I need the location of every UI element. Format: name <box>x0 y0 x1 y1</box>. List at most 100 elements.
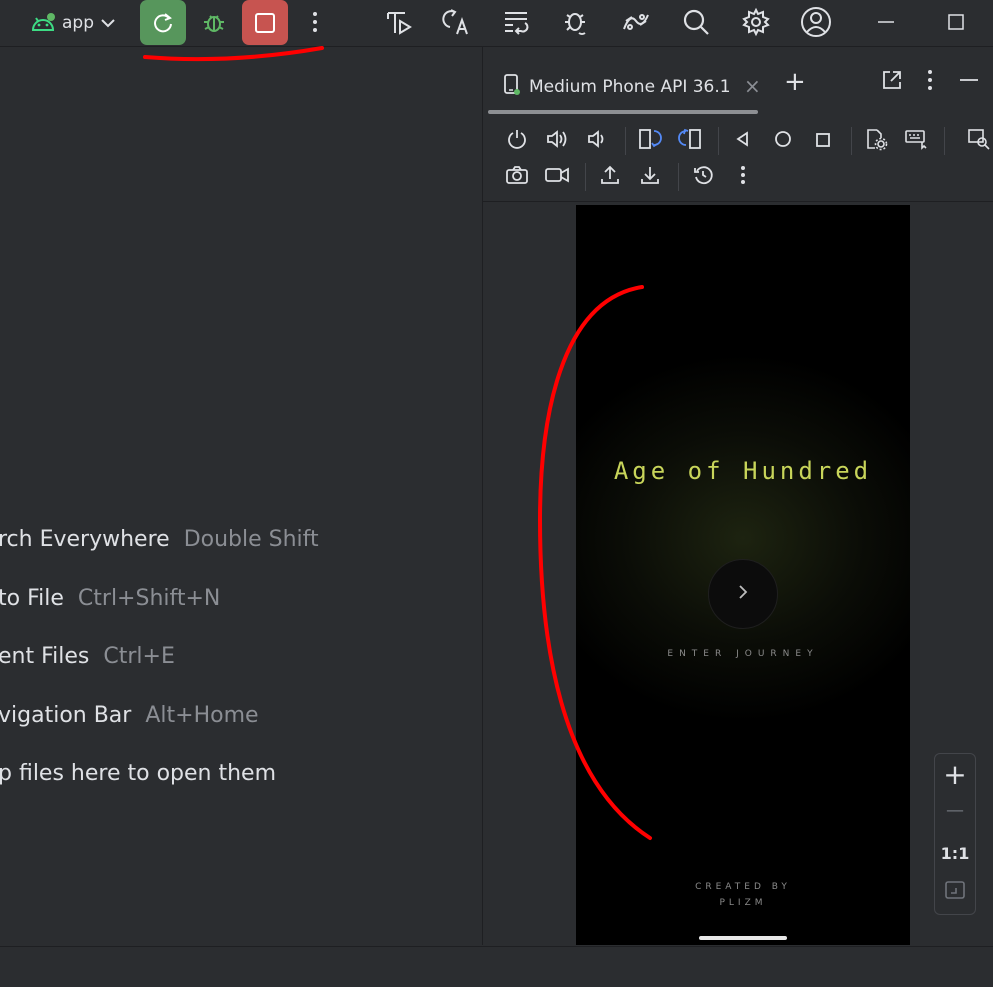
hint-shortcut: Double Shift <box>183 527 319 552</box>
zoom-out-button[interactable]: — <box>935 800 975 821</box>
add-device-button[interactable]: + <box>784 67 806 97</box>
upload-button[interactable] <box>592 159 628 195</box>
run-config-selector[interactable]: app <box>30 6 116 40</box>
minimize-icon <box>959 76 979 95</box>
device-tab[interactable]: Medium Phone API 36.1 <box>503 67 731 107</box>
translate-button[interactable] <box>436 2 476 42</box>
maximize-window-button[interactable] <box>936 2 976 42</box>
keyboard-icon <box>904 128 928 154</box>
snapshot-history-icon <box>692 164 714 190</box>
hide-panel-button[interactable] <box>959 69 979 95</box>
bug-sync-icon <box>561 7 591 37</box>
format-button[interactable] <box>496 2 536 42</box>
hint-label: vigation Bar <box>0 703 132 728</box>
android-icon <box>30 12 56 34</box>
maximize-icon <box>948 14 964 30</box>
chevron-right-icon <box>736 583 750 605</box>
hint-label: p files here to open them <box>0 761 276 786</box>
search-icon <box>682 8 710 36</box>
home-button[interactable] <box>765 123 801 159</box>
credits: CREATED BY PLIZM <box>576 879 910 911</box>
emulator-screen[interactable]: Age of Hundred ENTER JOURNEY CREATED BY … <box>576 205 910 945</box>
emulator-controls-row-1 <box>499 123 993 159</box>
controls-divider <box>483 201 993 202</box>
minimize-window-button[interactable] <box>866 2 906 42</box>
toolbar-separator <box>944 127 945 155</box>
hint-recent-files: ent Files Ctrl+E <box>0 644 175 669</box>
more-actions-button[interactable] <box>300 4 330 40</box>
rerun-icon <box>151 11 175 35</box>
toolbar-separator <box>585 163 586 191</box>
debug-button[interactable] <box>196 4 232 40</box>
fit-screen-icon <box>944 881 966 904</box>
hint-label: ent Files <box>0 644 90 669</box>
hint-navigation-bar: vigation Bar Alt+Home <box>0 703 259 728</box>
back-triangle-icon <box>735 131 751 151</box>
snapshot-button[interactable] <box>685 159 721 195</box>
hint-label: rch Everywhere <box>0 527 170 552</box>
volume-up-icon <box>545 128 569 154</box>
back-button[interactable] <box>725 123 761 159</box>
overview-button[interactable] <box>805 123 841 159</box>
volume-up-button[interactable] <box>539 123 575 159</box>
screenshot-button[interactable] <box>499 159 535 195</box>
rotate-left-icon <box>637 127 663 155</box>
enter-journey-button[interactable] <box>708 559 778 629</box>
settings-button[interactable] <box>736 2 776 42</box>
more-vert-icon <box>312 11 318 33</box>
chevron-down-icon <box>100 17 116 29</box>
hint-label: to File <box>0 586 64 611</box>
volume-down-button[interactable] <box>579 123 615 159</box>
zoom-controls: + — 1:1 <box>934 753 976 915</box>
emulator-more-button[interactable] <box>725 159 761 195</box>
rotate-right-button[interactable] <box>672 123 708 159</box>
profile-run-icon <box>383 7 413 37</box>
device-mirror-button[interactable] <box>616 2 656 42</box>
app-title: Age of Hundred <box>613 457 873 485</box>
bug-sync-button[interactable] <box>556 2 596 42</box>
power-button[interactable] <box>499 123 535 159</box>
download-button[interactable] <box>632 159 668 195</box>
overview-square-icon <box>816 132 830 151</box>
gesture-home-bar[interactable] <box>699 936 787 940</box>
close-tab-button[interactable]: × <box>744 74 761 98</box>
device-settings-icon <box>864 127 888 155</box>
toolbar-separator <box>678 163 679 191</box>
download-icon <box>639 164 661 190</box>
screen-record-button[interactable] <box>539 159 575 195</box>
zoom-fit-button[interactable] <box>935 880 975 904</box>
status-bar <box>0 946 993 987</box>
device-mirror-icon <box>620 7 652 37</box>
hint-search-everywhere: rch Everywhere Double Shift <box>0 527 319 552</box>
rerun-button[interactable] <box>140 0 186 45</box>
screen-inspect-button[interactable] <box>961 123 993 159</box>
phone-device-icon <box>503 73 521 101</box>
stop-button[interactable] <box>242 0 288 45</box>
screen-inspect-icon <box>967 128 991 154</box>
video-camera-icon <box>544 164 570 190</box>
home-circle-icon <box>774 130 792 152</box>
device-settings-button[interactable] <box>858 123 894 159</box>
device-tab-label: Medium Phone API 36.1 <box>529 77 731 97</box>
account-button[interactable] <box>796 2 836 42</box>
more-vert-icon <box>740 165 746 189</box>
zoom-actual-size-button[interactable]: 1:1 <box>935 844 975 863</box>
zoom-in-button[interactable]: + <box>935 758 975 791</box>
main-toolbar: app <box>0 0 993 46</box>
debug-icon <box>201 9 227 35</box>
emulator-controls-row-2 <box>499 159 765 195</box>
hint-go-to-file: to File Ctrl+Shift+N <box>0 586 220 611</box>
panel-options-button[interactable] <box>927 69 933 95</box>
more-vert-icon <box>927 70 933 95</box>
active-tab-indicator <box>488 110 758 114</box>
camera-icon <box>505 164 529 190</box>
keyboard-button[interactable] <box>898 123 934 159</box>
run-config-label: app <box>62 13 94 33</box>
editor-empty-state: rch Everywhere Double Shift to File Ctrl+S… <box>0 47 482 945</box>
rotate-left-button[interactable] <box>632 123 668 159</box>
hint-shortcut: Alt+Home <box>145 703 259 728</box>
search-button[interactable] <box>676 2 716 42</box>
open-external-button[interactable] <box>881 69 903 95</box>
credit-line-2: PLIZM <box>719 898 767 908</box>
profile-run-button[interactable] <box>378 2 418 42</box>
